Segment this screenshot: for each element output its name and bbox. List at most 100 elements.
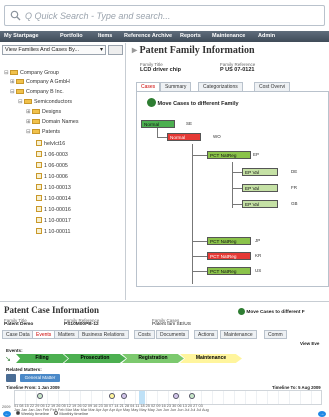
- event-marker[interactable]: [189, 393, 195, 399]
- chevron-down-icon: ▾: [99, 47, 103, 53]
- connector-line: [192, 155, 207, 156]
- case-field-value: Patent fam SE/US: [152, 322, 191, 327]
- menu-item-startpage[interactable]: My Startpage: [4, 33, 39, 39]
- matter-icon: [6, 374, 16, 382]
- tree-leaf[interactable]: 1 10-00016: [36, 206, 71, 213]
- tree-leaf[interactable]: 1 06-0003: [36, 151, 68, 158]
- case-box[interactable]: PCT NatReg: [207, 151, 251, 159]
- country-code: DE: [291, 169, 298, 174]
- move-icon: [238, 308, 245, 315]
- menu-item-admin[interactable]: Admin: [258, 33, 275, 39]
- case-box[interactable]: EP Val: [242, 200, 278, 208]
- timeline-prev-icon[interactable]: ←: [3, 411, 11, 417]
- case-title-heading: Patent Case Information: [4, 305, 99, 315]
- country-code: JP: [255, 238, 261, 243]
- events-label: Events:: [6, 348, 23, 353]
- section-divider: [0, 301, 329, 302]
- view-by-dropdown-value: View Families And Cases By...: [5, 47, 80, 53]
- country-code: GB: [291, 201, 298, 206]
- view-by-dropdown[interactable]: View Families And Cases By... ▾: [2, 45, 106, 55]
- tree-node[interactable]: ⊟ Semiconductors: [18, 99, 72, 105]
- document-icon: [36, 151, 42, 157]
- tree-leaf[interactable]: 1 10-00011: [36, 228, 70, 235]
- family-tabs: Cases Summary Categorizations Cost Overv…: [136, 82, 329, 91]
- view-options-button[interactable]: [108, 45, 123, 55]
- stage-filing[interactable]: Filing: [16, 354, 68, 363]
- case-box[interactable]: PCT NatReg: [207, 237, 251, 245]
- tab-business-relations[interactable]: Business Relations: [78, 330, 129, 339]
- monthly-radio[interactable]: [54, 411, 59, 415]
- today-marker: [139, 391, 145, 404]
- connector-line: [192, 144, 193, 284]
- menu-item-portfolio[interactable]: Portfolio: [60, 33, 83, 39]
- connector-line: [157, 137, 167, 138]
- tab-categorizations[interactable]: Categorizations: [198, 82, 243, 91]
- move-cases-link-case[interactable]: Move Cases to different F: [238, 308, 305, 315]
- connector-line: [192, 256, 207, 257]
- tab-summary[interactable]: Summary: [160, 82, 192, 91]
- document-icon: [36, 195, 42, 201]
- stage-prosecution[interactable]: Prosecution: [64, 354, 126, 363]
- tree-node[interactable]: ⊞ Domain Names: [26, 119, 79, 125]
- view-events-link[interactable]: View Eve: [300, 341, 319, 346]
- tab-maintenance[interactable]: Maintenance: [220, 330, 257, 339]
- timeline-grid: [14, 390, 322, 405]
- event-marker[interactable]: [37, 393, 43, 399]
- case-field-value: PS10M00PB-12: [64, 322, 99, 327]
- tree-leaf[interactable]: helvIct16: [36, 140, 65, 147]
- family-title-heading: ▸ Patent Family Information: [132, 45, 255, 56]
- tree-leaf[interactable]: 1 10-00017: [36, 217, 71, 224]
- connector-line: [192, 241, 207, 242]
- menu-item-reference-archive[interactable]: Reference Archive: [124, 33, 172, 39]
- tab-cost-overview[interactable]: Cost Overvi: [254, 82, 291, 91]
- stage-maintenance[interactable]: Maintenance: [180, 354, 242, 363]
- event-marker[interactable]: [121, 393, 127, 399]
- event-marker[interactable]: [173, 393, 179, 399]
- tree-node[interactable]: ⊞ Company A GmbH: [10, 79, 70, 85]
- menu-item-reports[interactable]: Reports: [180, 33, 201, 39]
- tab-actions[interactable]: Actions: [194, 330, 219, 339]
- search-bar[interactable]: Q Quick Search - Type and search...: [4, 5, 325, 26]
- timeline-view-radio-group: Weekly timeline Monthly timeline: [16, 411, 88, 416]
- search-input[interactable]: Q Quick Search - Type and search...: [25, 11, 170, 21]
- country-code: WO: [213, 134, 221, 139]
- family-reference-value: P US 07-0121: [220, 67, 255, 73]
- tab-events[interactable]: Events: [32, 330, 56, 339]
- menu-item-items[interactable]: Items: [98, 33, 112, 39]
- case-box[interactable]: EP Val: [242, 184, 278, 192]
- weekly-radio[interactable]: [16, 411, 20, 415]
- tree-leaf[interactable]: 1 10-0006: [36, 173, 68, 180]
- tab-documents[interactable]: Documents: [156, 330, 190, 339]
- event-marker[interactable]: [109, 393, 115, 399]
- move-cases-link[interactable]: Move Cases to different Family: [147, 98, 239, 107]
- general-matter-button[interactable]: General Matter: [20, 374, 60, 382]
- case-box[interactable]: PCT NatReg: [207, 252, 251, 260]
- case-box[interactable]: Normal: [167, 133, 201, 141]
- document-icon: [36, 140, 42, 146]
- tab-comm[interactable]: Comm: [264, 330, 287, 339]
- document-icon: [36, 184, 42, 190]
- case-box[interactable]: PCT NatReg: [207, 267, 251, 275]
- tree-leaf[interactable]: 1 10-00014: [36, 195, 71, 202]
- country-code: US: [255, 268, 262, 273]
- family-title-value: LCD driver chip: [140, 67, 181, 73]
- case-box[interactable]: Normal: [141, 120, 175, 128]
- tree-node[interactable]: ⊟ Patents: [26, 129, 60, 135]
- tab-case-data[interactable]: Case Data: [2, 330, 34, 339]
- tree-node[interactable]: ⊟ Company Group: [4, 70, 59, 76]
- timeline-next-icon[interactable]: →: [318, 411, 326, 417]
- tree-node[interactable]: ⊟ Company B Inc.: [10, 89, 64, 95]
- menu-item-maintenance[interactable]: Maintenance: [212, 33, 245, 39]
- folder-icon: [32, 129, 40, 134]
- tree-node[interactable]: ⊞ Designs: [26, 109, 61, 115]
- tree-leaf[interactable]: 1 10-00013: [36, 184, 71, 191]
- tree-leaf[interactable]: 1 06-0005: [36, 162, 68, 169]
- main-menu-bar: My Startpage Portfolio Items Reference A…: [0, 31, 329, 42]
- tab-cases[interactable]: Cases: [136, 82, 161, 91]
- stage-registration[interactable]: Registration: [122, 354, 184, 363]
- connector-line: [232, 172, 242, 173]
- tab-costs[interactable]: Costs: [134, 330, 155, 339]
- tab-matters[interactable]: Matters: [54, 330, 79, 339]
- case-box[interactable]: EP Val: [242, 168, 278, 176]
- back-arrow-icon[interactable]: ▸: [132, 45, 137, 56]
